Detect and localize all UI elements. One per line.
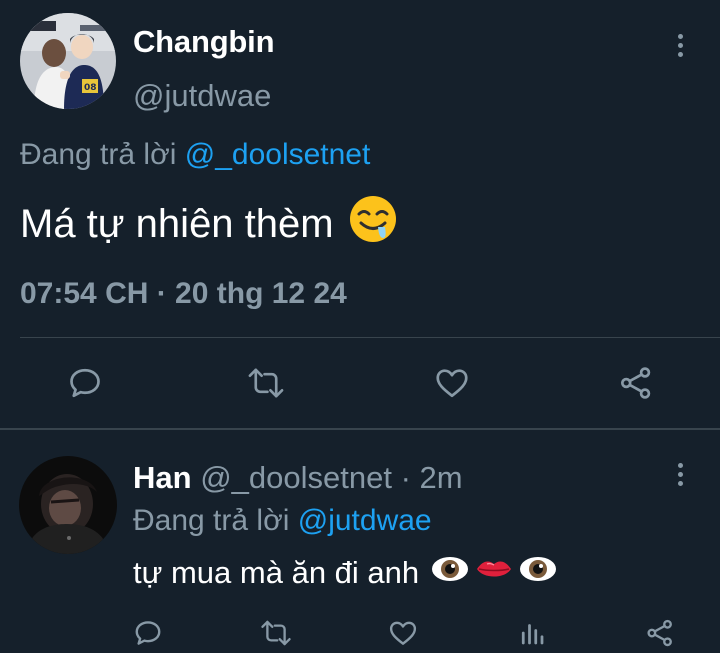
analytics-icon[interactable] <box>515 616 549 650</box>
handle[interactable]: @_doolsetnet <box>200 460 392 495</box>
divider <box>20 337 720 338</box>
tweet-text: Má tự nhiên thèm <box>20 194 398 254</box>
time-ago: · 2m <box>400 460 463 495</box>
handle[interactable]: @jutdwae <box>133 78 271 114</box>
action-bar <box>0 355 720 411</box>
replying-prefix: Đang trả lời <box>133 504 290 537</box>
replying-to: Đang trả lời @jutdwae <box>133 504 432 538</box>
share-icon[interactable] <box>643 616 677 650</box>
reply-header: Han @_doolsetnet · 2m <box>133 460 463 496</box>
tweet-body: Má tự nhiên thèm <box>20 201 334 246</box>
avatar[interactable] <box>19 456 117 554</box>
display-name[interactable]: Changbin <box>133 24 275 60</box>
share-icon[interactable] <box>616 363 656 403</box>
replying-to: Đang trả lời @_doolsetnet <box>20 138 370 172</box>
retweet-icon[interactable] <box>246 363 286 403</box>
more-options-icon[interactable] <box>674 463 686 486</box>
replying-prefix: Đang trả lời <box>20 138 177 171</box>
lips-emoji <box>475 554 513 592</box>
mention-link[interactable]: @jutdwae <box>298 504 432 537</box>
tweet-text: tự mua mà ăn đi anh <box>133 554 557 592</box>
like-icon[interactable] <box>432 363 472 403</box>
svg-text:08: 08 <box>84 83 97 93</box>
retweet-icon[interactable] <box>259 616 293 650</box>
mention-link[interactable]: @_doolsetnet <box>185 138 371 171</box>
action-bar <box>0 614 720 653</box>
avatar[interactable]: 08 <box>20 13 116 109</box>
like-icon[interactable] <box>386 616 420 650</box>
more-options-icon[interactable] <box>674 34 686 57</box>
eye-emoji <box>431 554 469 592</box>
tweet-thread: 08 Changbin @jutdwae Đang trả lời @_dool… <box>0 0 720 653</box>
reply-icon[interactable] <box>131 616 165 650</box>
display-name[interactable]: Han <box>133 460 192 495</box>
drooling-face-emoji <box>348 194 398 254</box>
timestamp[interactable]: 07:54 CH · 20 thg 12 24 <box>20 277 347 311</box>
main-tweet: 08 Changbin @jutdwae Đang trả lời @_dool… <box>0 0 720 428</box>
reply-tweet: Han @_doolsetnet · 2m Đang trả lời @jutd… <box>0 430 720 653</box>
tweet-body: tự mua mà ăn đi anh <box>133 555 420 590</box>
eye-emoji <box>519 554 557 592</box>
reply-icon[interactable] <box>65 363 105 403</box>
emoji-group <box>431 554 557 592</box>
